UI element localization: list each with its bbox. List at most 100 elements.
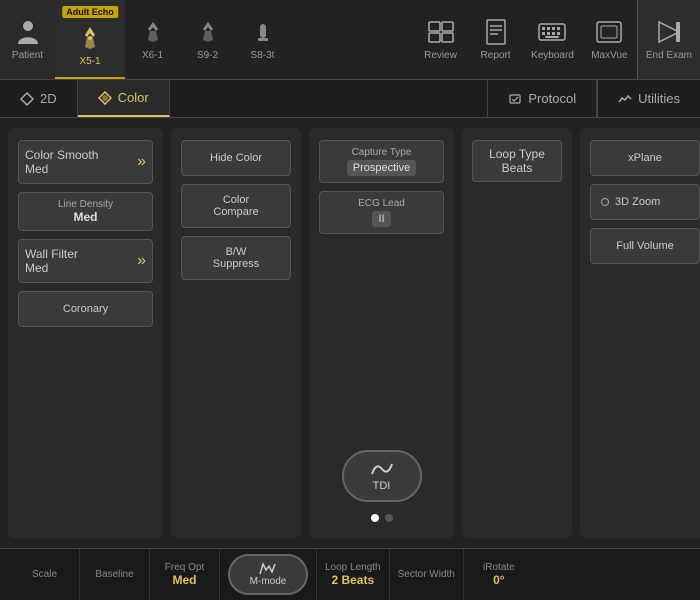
- tab-protocol[interactable]: Protocol: [487, 80, 597, 117]
- tdi-label: TDI: [373, 480, 391, 492]
- review-button[interactable]: Review: [413, 0, 468, 79]
- probe-x61-label: X6-1: [142, 50, 163, 61]
- bw-suppress-label: B/WSuppress: [213, 246, 259, 270]
- sector-width-item[interactable]: Sector Width: [390, 549, 464, 600]
- tdi-button[interactable]: TDI: [342, 450, 422, 502]
- end-exam-label: End Exam: [646, 50, 692, 61]
- probe-badge: Adult Echo: [62, 6, 118, 18]
- m-mode-button[interactable]: M-mode: [228, 554, 308, 595]
- ecg-lead-value: II: [372, 211, 390, 227]
- end-exam-icon: [655, 18, 683, 46]
- color-compare-button[interactable]: ColorCompare: [181, 184, 291, 228]
- line-density-value: Med: [74, 210, 98, 224]
- irotate-label: iRotate: [483, 562, 515, 573]
- probe-x61-icon: [139, 18, 167, 46]
- keyboard-button[interactable]: Keyboard: [523, 0, 582, 79]
- ecg-lead-title: ECG Lead: [328, 198, 435, 209]
- report-button[interactable]: Report: [468, 0, 523, 79]
- wall-filter-value: Med: [25, 261, 48, 275]
- tab-2d-label: 2D: [40, 91, 57, 106]
- bw-suppress-button[interactable]: B/WSuppress: [181, 236, 291, 280]
- loop-type-button[interactable]: Loop Type Beats: [472, 140, 562, 182]
- keyboard-label: Keyboard: [531, 50, 574, 61]
- line-density-title: Line Density: [58, 199, 113, 210]
- xplane-button[interactable]: xPlane: [590, 140, 700, 176]
- color-icon: [98, 91, 112, 105]
- tab-bar: 2D Color Protocol Utilities: [0, 80, 700, 118]
- wall-filter-title: Wall Filter: [25, 247, 78, 261]
- probe-x51-icon: [76, 24, 104, 52]
- patient-label: Patient: [12, 50, 43, 61]
- wall-filter-button[interactable]: Wall Filter Med »: [18, 239, 153, 283]
- sector-width-label: Sector Width: [398, 569, 455, 580]
- keyboard-icon: [538, 18, 566, 46]
- full-volume-label: Full Volume: [616, 240, 673, 252]
- m-mode-icon: [259, 562, 277, 576]
- baseline-label: Baseline: [95, 569, 133, 580]
- color-smooth-value: Med: [25, 162, 48, 176]
- review-icon: [427, 18, 455, 46]
- freq-opt-item[interactable]: Freq Opt Med: [150, 549, 220, 600]
- dot-2: [385, 514, 393, 522]
- irotate-item[interactable]: iRotate 0°: [464, 549, 534, 600]
- pagination-dots: [319, 510, 444, 526]
- coronary-button[interactable]: Coronary: [18, 291, 153, 327]
- baseline-item[interactable]: Baseline: [80, 549, 150, 600]
- full-volume-button[interactable]: Full Volume: [590, 228, 700, 264]
- wall-filter-arrow-icon: »: [137, 252, 146, 270]
- color-smooth-button[interactable]: Color Smooth Med »: [18, 140, 153, 184]
- ecg-lead-button[interactable]: ECG Lead II: [319, 191, 444, 234]
- midleft-panel: Hide Color ColorCompare B/WSuppress: [171, 128, 301, 538]
- m-mode-item[interactable]: M-mode: [220, 549, 317, 600]
- hide-color-label: Hide Color: [210, 152, 262, 164]
- probe-s83t-label: S8-3t: [251, 50, 275, 61]
- center-panel: Capture Type Prospective ECG Lead II TDI: [309, 128, 454, 538]
- freq-opt-label: Freq Opt: [165, 562, 204, 573]
- probe-s92-button[interactable]: S9-2: [180, 0, 235, 79]
- loop-type-value: Beats: [481, 161, 553, 175]
- color-compare-label: ColorCompare: [213, 194, 258, 218]
- loop-length-item[interactable]: Loop Length 2 Beats: [317, 549, 390, 600]
- probe-s83t-button[interactable]: S8-3t: [235, 0, 290, 79]
- maxvue-button[interactable]: MaxVue: [582, 0, 637, 79]
- tab-2d[interactable]: 2D: [0, 80, 78, 117]
- loop-length-label: Loop Length: [325, 562, 381, 573]
- patient-button[interactable]: Patient: [0, 0, 55, 79]
- m-mode-label: M-mode: [250, 576, 287, 587]
- protocol-icon: [508, 92, 522, 106]
- color-smooth-title: Color Smooth: [25, 148, 98, 162]
- end-exam-button[interactable]: End Exam: [637, 0, 700, 79]
- tab-utilities[interactable]: Utilities: [597, 80, 700, 117]
- hide-color-button[interactable]: Hide Color: [181, 140, 291, 176]
- 3d-zoom-dot-icon: [601, 198, 609, 206]
- person-icon: [14, 18, 42, 46]
- probe-s92-icon: [194, 18, 222, 46]
- probe-s83t-icon: [249, 18, 277, 46]
- loop-type-title: Loop Type: [481, 147, 553, 161]
- left-panel: Color Smooth Med » Line Density Med Wall…: [8, 128, 163, 538]
- scale-item[interactable]: Scale: [10, 549, 80, 600]
- 2d-icon: [20, 92, 34, 106]
- maxvue-label: MaxVue: [591, 50, 627, 61]
- irotate-value: 0°: [493, 573, 504, 587]
- probe-x51-button[interactable]: Adult Echo X5-1: [55, 0, 125, 79]
- capture-type-title: Capture Type: [328, 147, 435, 158]
- dot-1: [371, 514, 379, 522]
- report-icon: [482, 18, 510, 46]
- loop-length-value: 2 Beats: [331, 573, 374, 587]
- tab-utilities-label: Utilities: [638, 91, 680, 106]
- center-right-panel: Loop Type Beats: [462, 128, 572, 538]
- main-content: Color Smooth Med » Line Density Med Wall…: [0, 118, 700, 548]
- probe-x61-button[interactable]: X6-1: [125, 0, 180, 79]
- coronary-label: Coronary: [63, 303, 108, 315]
- scale-label: Scale: [32, 569, 57, 580]
- top-bar: Patient Adult Echo X5-1 X6-1: [0, 0, 700, 80]
- capture-type-value: Prospective: [347, 160, 416, 176]
- tab-protocol-label: Protocol: [528, 91, 576, 106]
- 3d-zoom-button[interactable]: 3D Zoom: [590, 184, 700, 220]
- maxvue-icon: [595, 18, 623, 46]
- capture-type-button[interactable]: Capture Type Prospective: [319, 140, 444, 183]
- bottom-bar: Scale Baseline Freq Opt Med M-mode Loop …: [0, 548, 700, 600]
- line-density-button[interactable]: Line Density Med: [18, 192, 153, 231]
- tab-color[interactable]: Color: [78, 80, 170, 117]
